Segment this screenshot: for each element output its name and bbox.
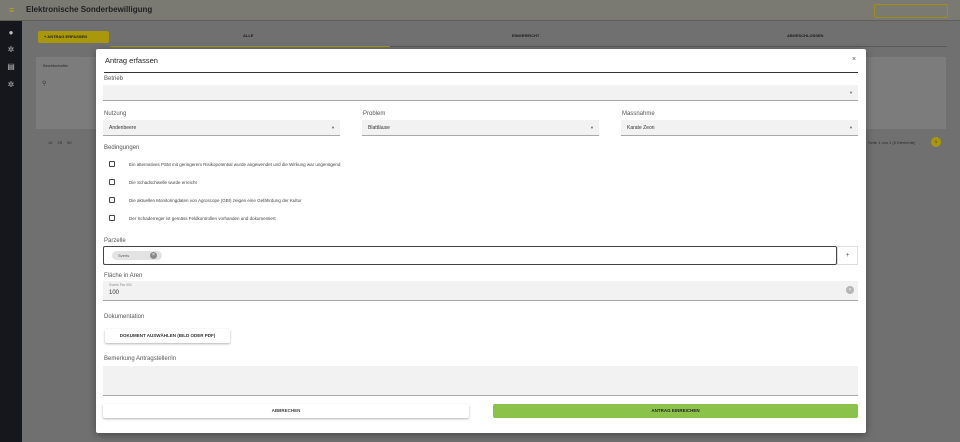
document-icon[interactable]: ▤ [6, 62, 16, 72]
condition-label: Ein alternatives PSM mit geringerem Risi… [129, 162, 341, 167]
chevron-down-icon: ▼ [331, 125, 335, 130]
select-document-button[interactable]: DOKUMENT AUSWÄHLEN (BILD ODER PDF) [105, 329, 230, 343]
close-icon[interactable]: × [852, 56, 856, 63]
remove-chip-icon[interactable]: × [150, 252, 157, 259]
clear-icon[interactable]: × [846, 286, 854, 294]
tab-alle[interactable]: ALLE [243, 33, 253, 38]
menu-icon[interactable]: ≡ [9, 5, 19, 15]
tab-divider [390, 46, 947, 47]
nutzung-value: Andenbeere [109, 125, 137, 131]
submit-button[interactable]: ANTRAG EINREICHEN [493, 404, 858, 418]
gear-icon[interactable]: ✲ [6, 45, 16, 55]
current-page-button[interactable]: 1 [931, 137, 941, 147]
problem-select[interactable]: Blattläuse ▼ [362, 120, 599, 136]
checkbox[interactable] [109, 197, 115, 203]
betrieb-select[interactable]: ▼ [103, 85, 858, 101]
bemerkung-textarea[interactable] [103, 366, 858, 396]
nutzung-select[interactable]: Andenbeere ▼ [103, 120, 340, 136]
dialog-title: Antrag erfassen [105, 56, 158, 65]
column-header-bewirtschafter[interactable]: Bewirtschafter [43, 63, 68, 68]
massnahme-select[interactable]: Karate Zeon ▼ [621, 120, 858, 136]
active-tab-indicator [110, 46, 390, 47]
massnahme-label: Massnahme [622, 111, 655, 117]
problem-label: Problem [363, 111, 386, 117]
tab-abgeschlossen[interactable]: ABGESCHLOSSEN [787, 33, 823, 38]
tab-eingereicht[interactable]: EINGEREICHT [512, 33, 539, 38]
app-header: ≡ Elektronische Sonderbewilligung [0, 0, 960, 21]
massnahme-value: Karate Zeon [627, 125, 655, 131]
pager-info: Seite 1 von 1 (0 Elemente) [868, 140, 916, 145]
header-search-field[interactable] [874, 4, 948, 18]
betrieb-label: Betrieb [104, 76, 124, 82]
app-title: Elektronische Sonderbewilligung [26, 5, 153, 14]
dokumentation-label: Dokumentation [104, 314, 145, 320]
nutzung-label: Nutzung [104, 111, 127, 117]
condition-label: Der Schaderreger ist gemäss Feldkontroll… [129, 216, 276, 221]
checkbox[interactable] [109, 179, 115, 185]
parzelle-label: Parzelle [104, 238, 126, 244]
settings-icon[interactable]: ✲ [6, 80, 16, 90]
chip-label: Sveris [118, 253, 130, 258]
antrag-dialog: Antrag erfassen × Betrieb ▼ Nutzung Ande… [96, 49, 866, 433]
parzelle-input[interactable]: Sveris × [103, 246, 837, 265]
add-parzelle-button[interactable]: + [837, 246, 858, 265]
flaeche-label: Fläche in Aren [104, 273, 143, 279]
chevron-down-icon: ▼ [849, 125, 853, 130]
flaeche-hint: Sveris Par 001 [109, 283, 132, 287]
dialog-header: Antrag erfassen × [104, 49, 858, 73]
problem-value: Blattläuse [368, 125, 390, 131]
condition-label: Die Schadschwelle wurde erreicht [129, 180, 197, 185]
search-icon[interactable]: ⚲ [42, 80, 46, 87]
sidebar: ● ✲ ▤ ✲ [0, 21, 22, 442]
condition-label: Die aktuellen Monitoringdaten von Agrosc… [129, 198, 302, 203]
page-size-options[interactable]: 10 25 50 [48, 140, 72, 145]
chevron-down-icon: ▼ [590, 125, 594, 130]
bemerkung-label: Bemerkung Antragsteller/in [104, 356, 177, 362]
flaeche-input[interactable]: Sveris Par 001 100 × [103, 281, 858, 301]
bedingungen-label: Bedingungen [104, 145, 140, 151]
parzelle-chip: Sveris × [112, 251, 162, 260]
cancel-button[interactable]: ABBRECHEN [103, 404, 469, 418]
user-icon[interactable]: ● [6, 28, 16, 38]
flaeche-value: 100 [109, 290, 120, 296]
add-application-button[interactable]: + ANTRAG ERFASSEN [38, 31, 109, 43]
checkbox[interactable] [109, 161, 115, 167]
checkbox[interactable] [109, 215, 115, 221]
chevron-down-icon: ▼ [849, 90, 853, 95]
